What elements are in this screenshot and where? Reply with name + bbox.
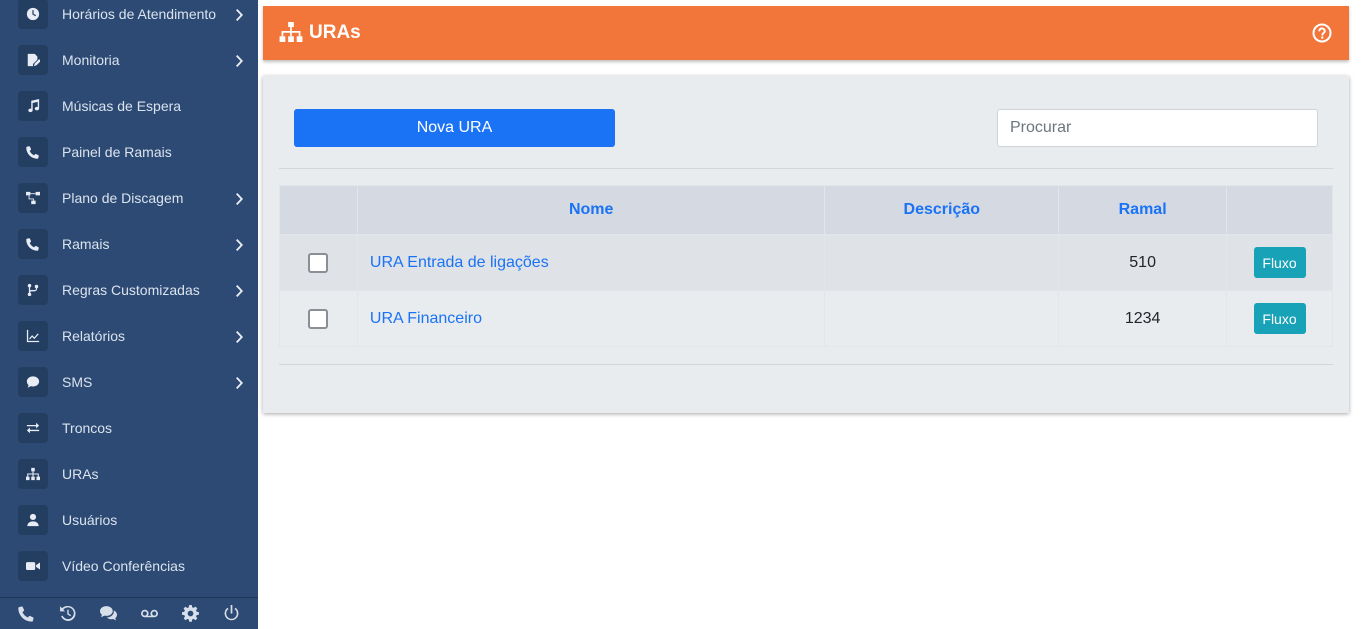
sidebar-item-ramais[interactable]: Ramais (0, 221, 258, 267)
question-circle-icon[interactable] (1312, 23, 1332, 43)
column-header-actions (1226, 185, 1333, 235)
page-header: URAs (263, 6, 1349, 60)
phone-icon[interactable] (16, 603, 38, 625)
row-select-cell (279, 290, 358, 347)
description-cell (824, 234, 1060, 291)
chat-bubble-icon (18, 367, 48, 397)
divider (279, 364, 1333, 365)
sidebar-item-label: Músicas de Espera (62, 98, 182, 114)
chevron-right-icon (234, 330, 244, 343)
power-icon[interactable] (221, 603, 243, 625)
page-title: URAs (309, 22, 361, 43)
sidebar-item-sms[interactable]: SMS (0, 359, 258, 405)
action-cell: Fluxo (1226, 234, 1333, 291)
code-branch-icon (18, 275, 48, 305)
history-icon[interactable] (57, 603, 79, 625)
sidebar-item-label: Painel de Ramais (62, 144, 172, 160)
phone-icon (18, 137, 48, 167)
divider (279, 168, 1333, 169)
sidebar-footer-toolbar (0, 597, 258, 629)
column-header-ramal[interactable]: Ramal (1058, 185, 1228, 235)
name-cell: URA Entrada de ligações (356, 234, 826, 291)
description-cell (824, 290, 1060, 347)
music-note-icon (18, 91, 48, 121)
new-ura-button[interactable]: Nova URA (294, 109, 615, 147)
sidebar-item-monitoria[interactable]: Monitoria (0, 37, 258, 83)
edit-document-icon (18, 45, 48, 75)
network-nodes-icon (18, 183, 48, 213)
sidebar-item-label: Troncos (62, 420, 113, 436)
uras-table: Nome Descrição Ramal URA Entrada de liga… (279, 185, 1333, 347)
voicemail-icon[interactable] (139, 603, 161, 625)
chevron-right-icon (234, 284, 244, 297)
chevron-right-icon (234, 376, 244, 389)
name-cell: URA Financeiro (356, 290, 826, 347)
search-input[interactable] (997, 109, 1318, 147)
sidebar-item-troncos[interactable]: Troncos (0, 405, 258, 451)
sidebar-item-label: Relatórios (62, 328, 126, 344)
line-chart-icon (18, 321, 48, 351)
column-header-descricao[interactable]: Descrição (824, 185, 1060, 235)
chevron-right-icon (234, 192, 244, 205)
sidebar-item-relatorios[interactable]: Relatórios (0, 313, 258, 359)
column-header-select (279, 185, 358, 235)
sidebar-item-label: Horários de Atendimento (62, 6, 217, 22)
clock-icon (18, 0, 48, 29)
sidebar-item-label: Vídeo Conferências (62, 558, 185, 574)
ura-name-link[interactable]: URA Financeiro (358, 310, 482, 327)
chevron-right-icon (234, 8, 244, 21)
sidebar-item-musicas[interactable]: Músicas de Espera (0, 83, 258, 129)
ramal-cell: 1234 (1058, 290, 1228, 347)
uras-panel: Nova URA Nome Descrição Ramal URA Entrad… (263, 76, 1349, 413)
user-icon (18, 505, 48, 535)
ura-name-link[interactable]: URA Entrada de ligações (358, 254, 549, 271)
sidebar-item-usuarios[interactable]: Usuários (0, 497, 258, 543)
sidebar-item-label: Monitoria (62, 52, 120, 68)
chevron-right-icon (234, 238, 244, 251)
sidebar-item-label: URAs (62, 466, 99, 482)
phone-icon (18, 229, 48, 259)
sidebar-item-video-conferencias[interactable]: Vídeo Conferências (0, 543, 258, 589)
column-header-nome[interactable]: Nome (356, 185, 826, 235)
sidebar-item-painel-ramais[interactable]: Painel de Ramais (0, 129, 258, 175)
sidebar-item-label: Ramais (62, 236, 110, 252)
row-select-cell (279, 234, 358, 291)
sitemap-icon (18, 459, 48, 489)
sidebar-item-regras[interactable]: Regras Customizadas (0, 267, 258, 313)
row-checkbox[interactable] (308, 252, 329, 273)
sidebar: Horários de Atendimento Monitoria Música… (0, 0, 258, 629)
sidebar-item-label: SMS (62, 374, 93, 390)
exchange-arrows-icon (18, 413, 48, 443)
fluxo-button[interactable]: Fluxo (1253, 247, 1306, 278)
comments-icon[interactable] (98, 603, 120, 625)
action-cell: Fluxo (1226, 290, 1333, 347)
row-checkbox[interactable] (308, 308, 329, 329)
sidebar-item-horarios[interactable]: Horários de Atendimento (0, 0, 258, 37)
sitemap-icon (279, 22, 303, 42)
chevron-right-icon (234, 54, 244, 67)
sidebar-item-uras[interactable]: URAs (0, 451, 258, 497)
sidebar-item-label: Regras Customizadas (62, 282, 200, 298)
ramal-cell: 510 (1058, 234, 1228, 291)
sidebar-item-label: Plano de Discagem (62, 190, 184, 206)
table-row: URA Financeiro 1234 Fluxo (279, 290, 1333, 347)
gear-icon[interactable] (180, 603, 202, 625)
fluxo-button[interactable]: Fluxo (1253, 303, 1306, 334)
sidebar-item-plano-discagem[interactable]: Plano de Discagem (0, 175, 258, 221)
table-row: URA Entrada de ligações 510 Fluxo (279, 234, 1333, 291)
video-camera-icon (18, 551, 48, 581)
table-header-row: Nome Descrição Ramal (279, 185, 1333, 235)
sidebar-item-label: Usuários (62, 512, 118, 528)
